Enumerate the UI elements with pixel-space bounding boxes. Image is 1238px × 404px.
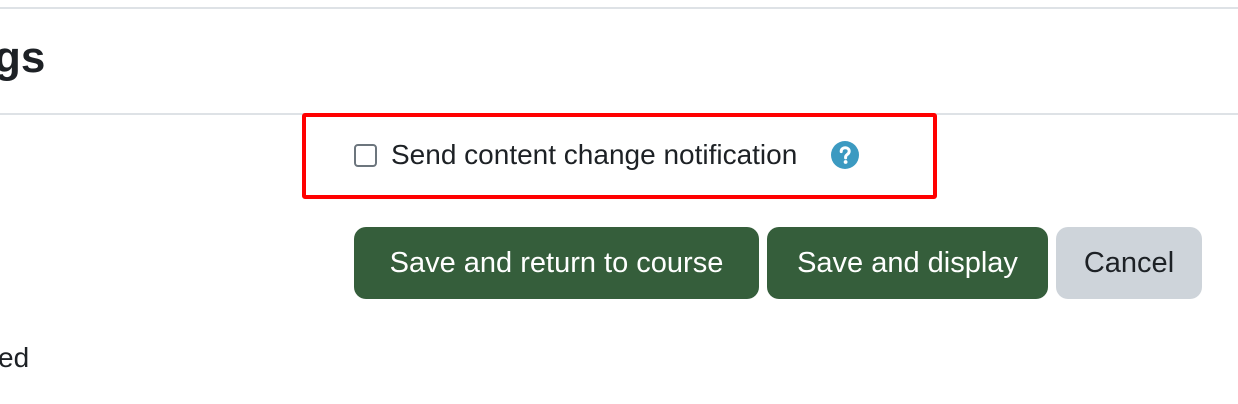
page-heading: gs [0,33,46,82]
footer-partial-text: ed [0,342,30,373]
question-mark-glyph [840,146,852,164]
notification-checkbox-row: Send content change notification [354,137,860,173]
send-notification-checkbox[interactable] [354,143,377,167]
question-circle-icon[interactable] [831,141,860,169]
save-and-display-button[interactable]: Save and display [767,227,1048,299]
top-divider [0,7,1238,9]
save-and-return-button[interactable]: Save and return to course [354,227,759,299]
send-notification-label[interactable]: Send content change notification [391,139,797,171]
cancel-button[interactable]: Cancel [1056,227,1202,299]
page: gs Send content change notification Save… [0,0,1238,404]
